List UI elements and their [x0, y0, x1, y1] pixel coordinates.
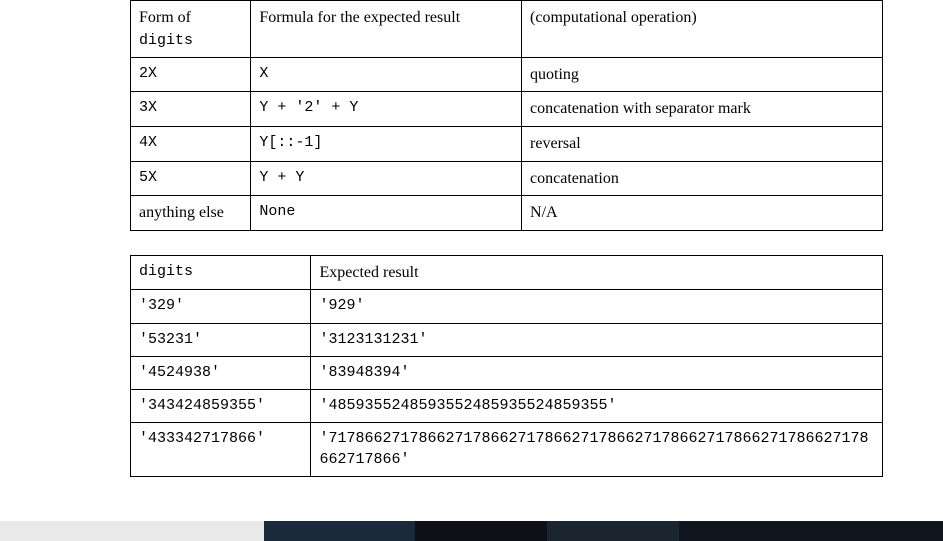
table-row: '4524938' '83948394' [131, 356, 883, 389]
cell-form: 2X [131, 57, 251, 92]
cell-result: '4859355248593552485935524859355' [311, 390, 883, 423]
header-expected-result: Expected result [311, 255, 883, 290]
cell-digits: '329' [131, 290, 311, 323]
cell-operation: concatenation [522, 161, 883, 196]
cell-form: 4X [131, 127, 251, 162]
header-operation: (computational operation) [522, 1, 883, 58]
cell-digits: '433342717866' [131, 423, 311, 477]
cell-digits: '53231' [131, 323, 311, 356]
cell-result: '717866271786627178662717866271786627178… [311, 423, 883, 477]
cell-formula: Y + Y [251, 161, 522, 196]
cell-result: '3123131231' [311, 323, 883, 356]
examples-table: digits Expected result '329' '929' '5323… [130, 255, 883, 477]
cell-operation: N/A [522, 196, 883, 231]
header-form-of-digits: Form of digits [131, 1, 251, 58]
header-form-line2: digits [139, 32, 193, 49]
header-formula: Formula for the expected result [251, 1, 522, 58]
header-digits: digits [131, 255, 311, 290]
cell-form: 5X [131, 161, 251, 196]
cell-digits: '343424859355' [131, 390, 311, 423]
table-row: anything else None N/A [131, 196, 883, 231]
table-row: 5X Y + Y concatenation [131, 161, 883, 196]
cell-result: '83948394' [311, 356, 883, 389]
header-form-line1: Form of [139, 9, 191, 26]
table-row: 4X Y[::-1] reversal [131, 127, 883, 162]
table-row: 3X Y + '2' + Y concatenation with separa… [131, 92, 883, 127]
table-header-row: digits Expected result [131, 255, 883, 290]
cell-formula: X [251, 57, 522, 92]
table-row: 2X X quoting [131, 57, 883, 92]
cell-operation: concatenation with separator mark [522, 92, 883, 127]
cell-operation: quoting [522, 57, 883, 92]
cell-result: '929' [311, 290, 883, 323]
cell-form: anything else [131, 196, 251, 231]
cell-operation: reversal [522, 127, 883, 162]
table-row: '433342717866' '717866271786627178662717… [131, 423, 883, 477]
cell-formula: Y[::-1] [251, 127, 522, 162]
rules-table: Form of digits Formula for the expected … [130, 0, 883, 231]
document-page: Form of digits Formula for the expected … [0, 0, 943, 541]
taskbar [0, 521, 943, 541]
table-row: '53231' '3123131231' [131, 323, 883, 356]
cell-formula: Y + '2' + Y [251, 92, 522, 127]
table-row: '343424859355' '485935524859355248593552… [131, 390, 883, 423]
table-header-row: Form of digits Formula for the expected … [131, 1, 883, 58]
cell-form: 3X [131, 92, 251, 127]
cell-digits: '4524938' [131, 356, 311, 389]
cell-formula: None [251, 196, 522, 231]
table-row: '329' '929' [131, 290, 883, 323]
